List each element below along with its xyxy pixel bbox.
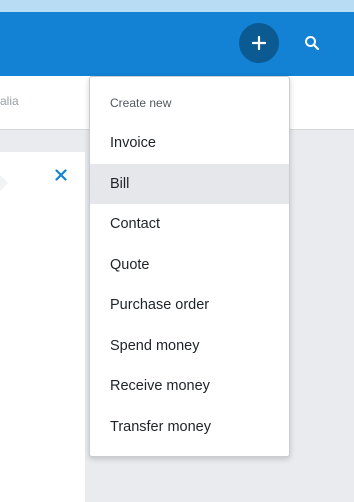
plus-icon	[251, 35, 267, 51]
menu-item-label: Bill	[110, 176, 130, 192]
menu-item-label: Contact	[110, 216, 160, 232]
menu-item-label: Quote	[110, 257, 150, 273]
menu-item-quote[interactable]: Quote	[90, 245, 289, 285]
menu-item-label: Purchase order	[110, 297, 210, 313]
close-card-button[interactable]	[52, 166, 70, 184]
menu-item-label: Receive money	[110, 378, 210, 394]
create-new-dropdown-menu: Create new Invoice Bill Contact Quote Pu…	[89, 76, 290, 457]
menu-item-transfer-money[interactable]: Transfer money	[90, 407, 289, 447]
browser-top-strip	[0, 0, 354, 12]
content-card	[0, 152, 85, 502]
organisation-name-fragment: alia	[0, 94, 19, 108]
menu-item-contact[interactable]: Contact	[90, 204, 289, 244]
search-button[interactable]	[296, 26, 328, 60]
menu-item-spend-money[interactable]: Spend money	[90, 326, 289, 366]
menu-item-label: Transfer money	[110, 419, 211, 435]
close-icon	[55, 169, 67, 181]
menu-item-purchase-order[interactable]: Purchase order	[90, 285, 289, 325]
menu-item-receive-money[interactable]: Receive money	[90, 366, 289, 406]
create-new-button[interactable]	[239, 23, 279, 63]
search-icon	[305, 36, 320, 51]
menu-header: Create new	[110, 96, 172, 110]
menu-item-bill[interactable]: Bill	[90, 164, 289, 204]
menu-item-invoice[interactable]: Invoice	[90, 123, 289, 163]
menu-item-label: Spend money	[110, 338, 200, 354]
menu-item-label: Invoice	[110, 135, 156, 151]
